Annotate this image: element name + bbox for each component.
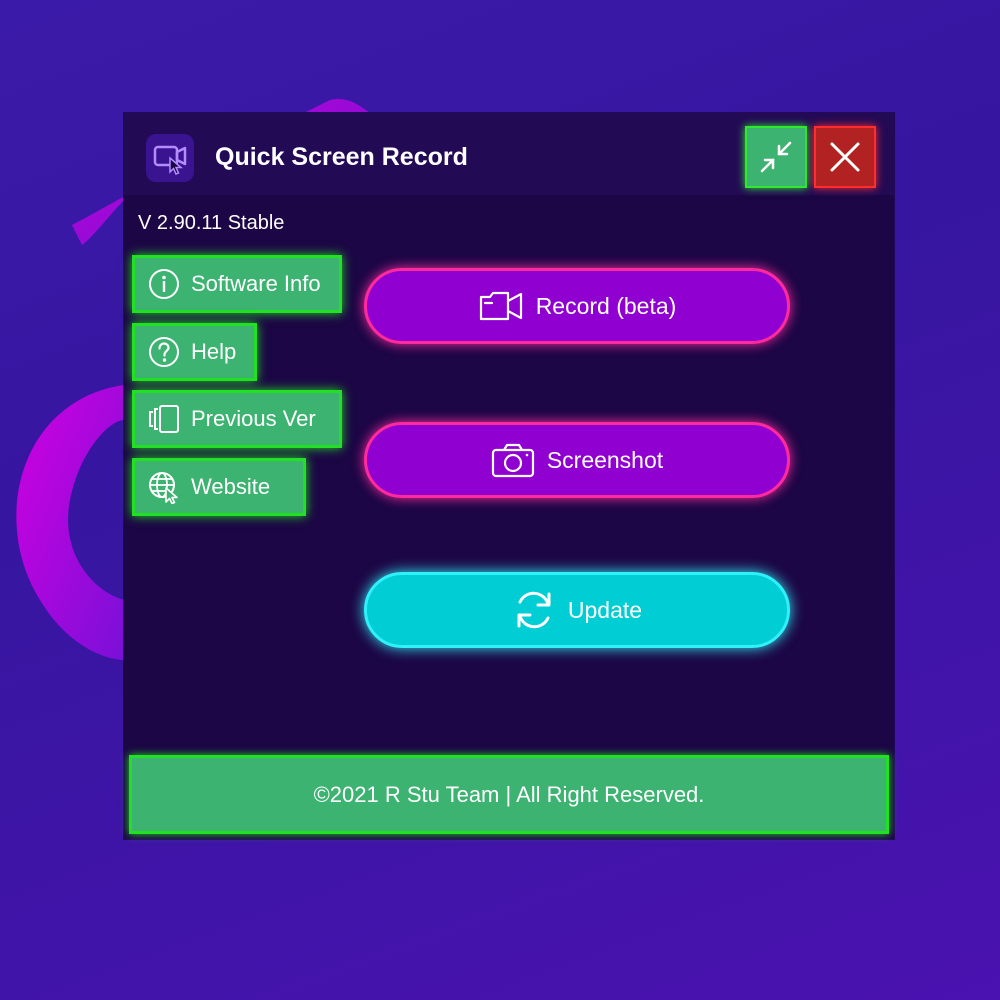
footer: ©2021 R Stu Team | All Right Reserved. <box>129 755 889 834</box>
app-logo-icon <box>146 134 194 182</box>
app-title: Quick Screen Record <box>215 143 468 171</box>
sidebar-item-help[interactable]: Help <box>132 323 257 381</box>
sidebar-item-previous-ver[interactable]: Previous Ver <box>132 390 342 448</box>
app-window: Quick Screen Record V 2.90.11 Stable Sof… <box>124 113 894 839</box>
title-bar[interactable]: Quick Screen Record <box>124 113 894 195</box>
record-label: Record (beta) <box>535 292 677 319</box>
copyright-text: ©2021 R Stu Team | All Right Reserved. <box>313 781 705 807</box>
info-icon <box>147 267 181 301</box>
collapse-arrows-icon <box>760 141 792 173</box>
sidebar-item-label: Previous Ver <box>191 406 316 431</box>
update-label: Update <box>567 596 643 623</box>
video-camera-icon <box>478 289 524 323</box>
version-label: V 2.90.11 Stable <box>138 212 285 234</box>
help-icon <box>147 335 181 369</box>
versions-icon <box>147 402 181 436</box>
sidebar-item-label: Help <box>191 339 237 364</box>
sidebar-item-website[interactable]: Website <box>132 458 306 516</box>
sidebar-item-label: Website <box>191 474 271 499</box>
record-button[interactable]: Record (beta) <box>364 268 790 344</box>
sidebar-item-software-info[interactable]: Software Info <box>132 255 342 313</box>
refresh-icon <box>512 588 556 632</box>
close-button[interactable] <box>814 126 876 188</box>
close-icon <box>830 142 860 172</box>
minimize-button[interactable] <box>745 126 807 188</box>
camera-icon <box>491 442 535 478</box>
globe-cursor-icon <box>147 470 181 504</box>
update-button[interactable]: Update <box>364 572 790 648</box>
sidebar-item-label: Software Info <box>191 271 321 296</box>
screenshot-button[interactable]: Screenshot <box>364 422 790 498</box>
screenshot-label: Screenshot <box>546 446 664 473</box>
